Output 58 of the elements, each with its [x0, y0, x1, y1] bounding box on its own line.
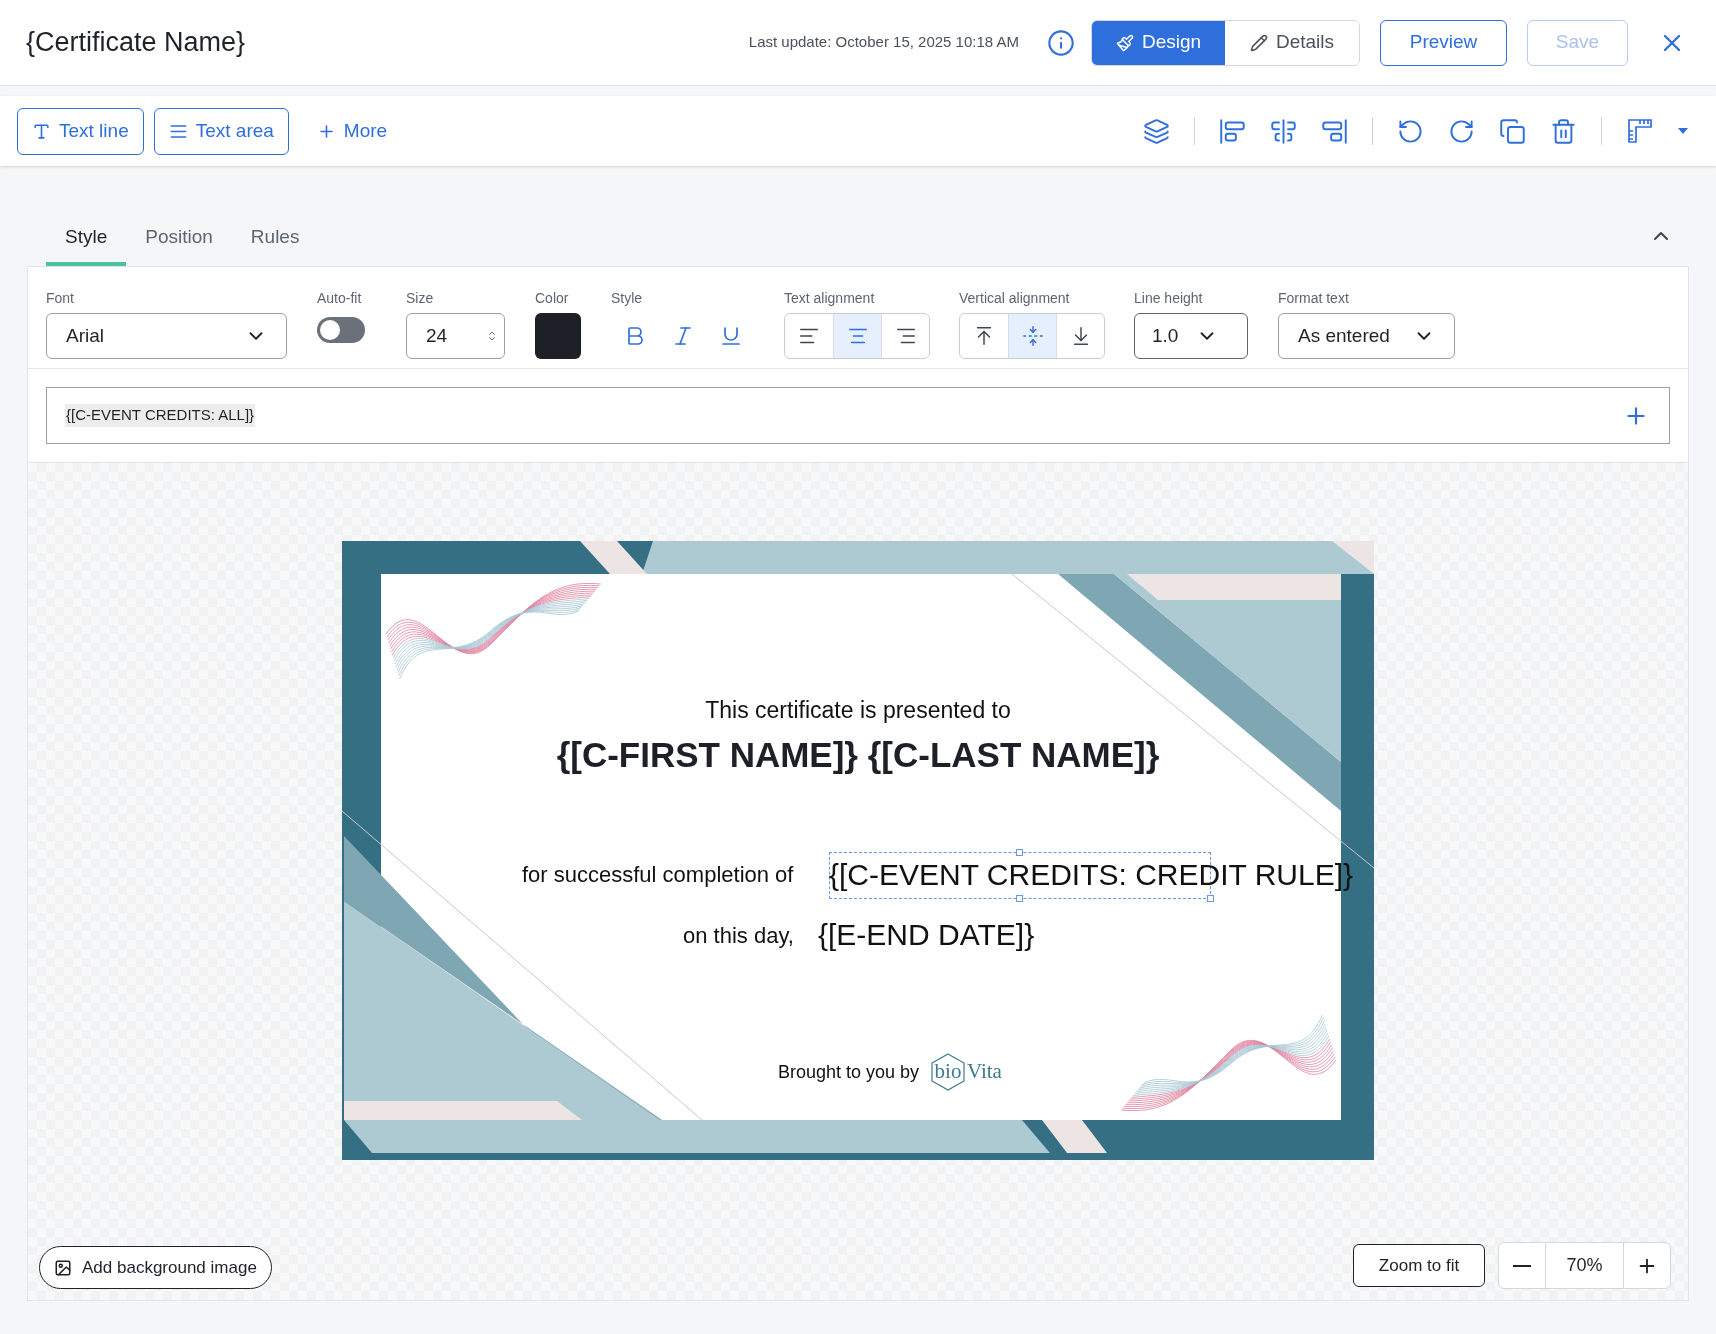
completion-text: for successful completion of	[522, 861, 794, 889]
duplicate-icon[interactable]	[1499, 117, 1526, 145]
brought-by-text: Brought to you by	[778, 1061, 920, 1084]
preview-button[interactable]: Preview	[1380, 19, 1507, 66]
align-middle-button[interactable]	[1008, 314, 1056, 358]
zoom-to-fit-button[interactable]: Zoom to fit	[1353, 1244, 1485, 1287]
delete-icon[interactable]	[1550, 117, 1577, 145]
field-label: Size	[406, 291, 435, 305]
certificate-title: {Certificate Name}	[26, 26, 246, 60]
logo-hexagon: bio	[930, 1053, 966, 1091]
align-middle-icon	[1021, 325, 1044, 347]
size-input[interactable]: 24	[406, 313, 505, 359]
field-label: Text alignment	[784, 291, 876, 305]
text-content-field[interactable]: {[C-EVENT CREDITS: ALL]}	[46, 387, 1670, 444]
field-label: Format text	[1278, 291, 1350, 305]
brush-icon	[1115, 33, 1134, 52]
dropdown-caret-icon[interactable]	[1678, 128, 1688, 134]
add-element-button[interactable]: Text area	[153, 107, 289, 155]
format-text-select[interactable]: As entered	[1278, 313, 1455, 359]
color-swatch[interactable]	[535, 313, 581, 359]
field-label: Font	[46, 291, 75, 305]
add-background-button[interactable]: Add background image	[39, 1246, 272, 1289]
field-label: Vertical alignment	[959, 291, 1071, 305]
minus-icon	[1513, 1264, 1531, 1267]
recipient-name-field: {[C-FIRST NAME]} {[C-LAST NAME]}	[342, 733, 1374, 777]
auto-fit-toggle[interactable]	[317, 317, 365, 343]
stepper-icon[interactable]	[486, 330, 498, 342]
info-icon[interactable]	[1047, 28, 1075, 57]
align-center-button[interactable]	[833, 314, 881, 358]
line-height-select[interactable]: 1.0	[1134, 313, 1248, 359]
text-icon	[32, 121, 51, 141]
image-icon	[54, 1258, 72, 1277]
redo-icon[interactable]	[1448, 117, 1475, 145]
field-label: Color	[535, 291, 570, 305]
align-center-icon[interactable]	[1270, 117, 1297, 145]
field-label: Style	[611, 291, 644, 305]
ruler-icon[interactable]	[1626, 117, 1654, 145]
last-update-text: Last update: October 15, 2025 10:18 AM	[748, 32, 1019, 53]
zoom-level: 70%	[1565, 1254, 1604, 1277]
panel-tab[interactable]: Rules	[231, 212, 319, 266]
font-select[interactable]: Arial	[46, 313, 287, 359]
mode-tab[interactable]: Design	[1092, 20, 1225, 65]
field-label: Line height	[1134, 291, 1204, 305]
align-right-icon[interactable]	[1321, 117, 1348, 145]
layers-icon[interactable]	[1143, 117, 1170, 145]
pencil-icon	[1249, 33, 1268, 52]
align-left-icon[interactable]	[1219, 117, 1246, 145]
presented-text: This certificate is presented to	[704, 696, 1012, 725]
logo-text: Vita	[967, 1058, 1002, 1086]
add-element-button[interactable]: More	[302, 107, 402, 155]
add-element-button[interactable]: Text line	[17, 107, 144, 155]
field-tag: {[C-EVENT CREDITS: ALL]}	[65, 404, 256, 427]
undo-icon[interactable]	[1397, 117, 1424, 145]
day-text: on this day,	[683, 922, 794, 950]
panel-tab[interactable]: Position	[126, 212, 232, 266]
end-date-field: {[E-END DATE]}	[818, 918, 1035, 952]
field-label: Auto-fit	[317, 291, 363, 305]
underline-icon[interactable]	[719, 324, 743, 348]
